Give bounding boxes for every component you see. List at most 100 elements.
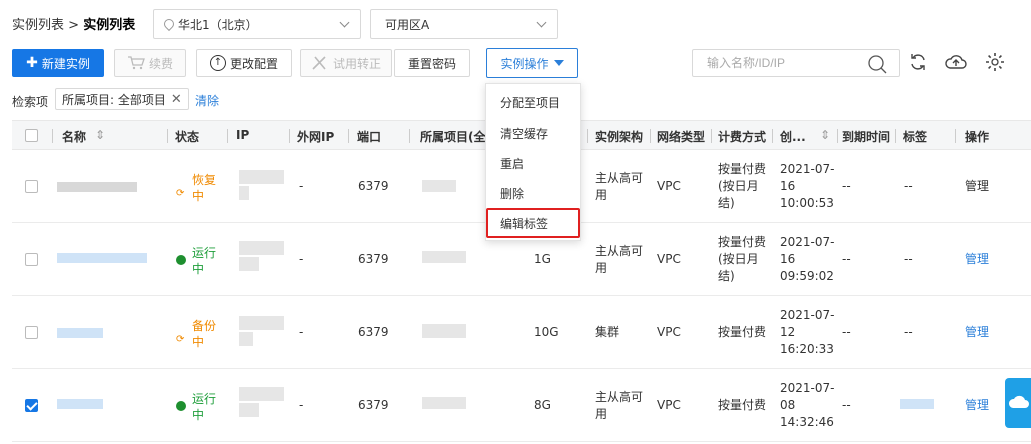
menu-item-restart[interactable]: 重启 [500,155,524,172]
manage-link[interactable]: 管理 [965,324,989,341]
manage-link[interactable]: 管理 [965,178,989,195]
breadcrumb-parent[interactable]: 实例列表 [12,18,64,33]
menu-item-assign-project[interactable]: 分配至项目 [500,94,560,111]
sort-icon[interactable]: ⇕ [820,128,830,142]
search-icon[interactable] [867,54,887,74]
change-config-label: 更改配置 [229,56,278,71]
billing-value: 按量付费(按日月结) [718,162,767,210]
col-tags: 标签 [903,130,928,144]
col-public-ip: 外网IP [297,130,335,144]
ip-redacted [239,403,259,417]
port-value: 6379 [358,179,389,193]
created-value: 2021-07-08 14:32:46 [780,381,835,429]
chevron-down-icon [536,17,547,28]
gear-icon[interactable] [985,52,1005,72]
trial-convert-label: 试用转正 [332,56,381,71]
col-network: 网络类型 [657,130,706,144]
manage-link[interactable]: 管理 [965,251,989,268]
close-icon[interactable]: ✕ [171,92,182,107]
filter-tag-project: 所属项目: 全部项目 ✕ [55,88,189,110]
arch-value: 主从高可用 [595,244,644,275]
network-value: VPC [657,398,681,412]
table-row: 运行中 - 6379 8G 主从高可用 VPC 按量付费 2021-07-08 … [12,369,1031,442]
billing-value: 按量付费 [718,398,767,412]
zone-select[interactable]: 可用区A [370,9,558,39]
row-checkbox[interactable] [25,326,38,339]
ip-redacted [239,316,284,330]
column-separator [52,129,53,143]
row-checkbox[interactable] [25,399,38,412]
col-billing: 计费方式 [718,130,767,144]
ip-redacted [239,332,253,346]
col-created[interactable]: 创... [780,128,806,145]
port-value: 6379 [358,325,389,339]
network-value: VPC [657,179,681,193]
row-checkbox[interactable] [25,180,38,193]
memory-value: 10G [534,325,559,339]
reset-password-button[interactable]: 重置密码 [394,49,470,77]
breadcrumb-current: 实例列表 [83,18,136,33]
chevron-down-icon [339,17,350,28]
col-status: 状态 [175,130,200,144]
caret-down-icon [553,60,564,66]
ip-redacted [239,241,284,255]
col-name[interactable]: 名称 [62,128,86,145]
change-config-button[interactable]: ↑ 更改配置 [196,49,292,77]
cloud-upload-icon[interactable] [945,52,967,72]
col-ip: IP [236,128,250,142]
col-arch: 实例架构 [595,130,644,144]
expire-value: -- [842,252,851,266]
column-separator [587,129,588,143]
top-bar: 实例列表 > 实例列表 华北1（北京） 可用区A [0,0,1031,44]
col-expire: 到期时间 [842,130,891,144]
instance-name-redacted[interactable] [57,399,103,409]
trial-convert-button[interactable]: 试用转正 [300,49,392,77]
clear-filter-link[interactable]: 清除 [195,92,219,109]
tag-redacted [900,399,934,409]
menu-item-delete[interactable]: 删除 [500,185,524,202]
search-input[interactable] [707,56,857,70]
renew-button[interactable]: 续费 [114,49,186,77]
select-all-checkbox[interactable] [25,129,38,142]
billing-value: 按量付费(按日月结) [718,235,767,283]
network-value: VPC [657,252,681,266]
tags-value: -- [904,179,913,193]
column-separator [711,129,712,143]
project-redacted [422,251,466,263]
public-ip-value: - [299,179,304,193]
menu-item-edit-tags[interactable]: 编辑标签 [500,215,548,232]
instance-ops-dropdown: 分配至项目 清空缓存 重启 删除 编辑标签 [485,83,581,241]
memory-value: 1G [534,252,551,266]
public-ip-value: - [299,325,304,339]
refresh-icon[interactable] [908,52,928,72]
sort-icon[interactable]: ⇕ [95,128,105,142]
manage-link[interactable]: 管理 [965,397,989,414]
status-text: 运行中 [192,392,217,422]
public-ip-value: - [299,398,304,412]
instance-name-redacted[interactable] [57,328,103,338]
menu-item-flush-cache[interactable]: 清空缓存 [500,125,548,142]
arch-value: 主从高可用 [595,390,644,421]
ip-redacted [239,387,284,401]
instance-name-redacted[interactable] [57,182,137,192]
breadcrumb: 实例列表 > 实例列表 [12,14,135,33]
arch-value: 主从高可用 [595,171,644,202]
ip-redacted [239,186,249,200]
create-instance-button[interactable]: ✚ 新建实例 [12,49,104,77]
region-select[interactable]: 华北1（北京） [153,9,361,39]
loading-icon: ⟳ [176,334,185,345]
instance-name-redacted[interactable] [57,253,147,263]
instance-ops-button[interactable]: 实例操作 [486,48,578,78]
floating-help-button[interactable] [1005,378,1031,428]
breadcrumb-separator: > [64,18,84,33]
created-value: 2021-07-12 16:20:33 [780,308,835,356]
port-value: 6379 [358,398,389,412]
plus-icon: ✚ [26,55,38,71]
column-separator [348,129,349,143]
location-pin-icon [164,19,172,29]
row-checkbox[interactable] [25,253,38,266]
billing-value: 按量付费 [718,325,767,339]
expire-value: -- [842,398,851,412]
tags-value: -- [904,252,913,266]
created-value: 2021-07-16 10:00:53 [780,162,835,210]
